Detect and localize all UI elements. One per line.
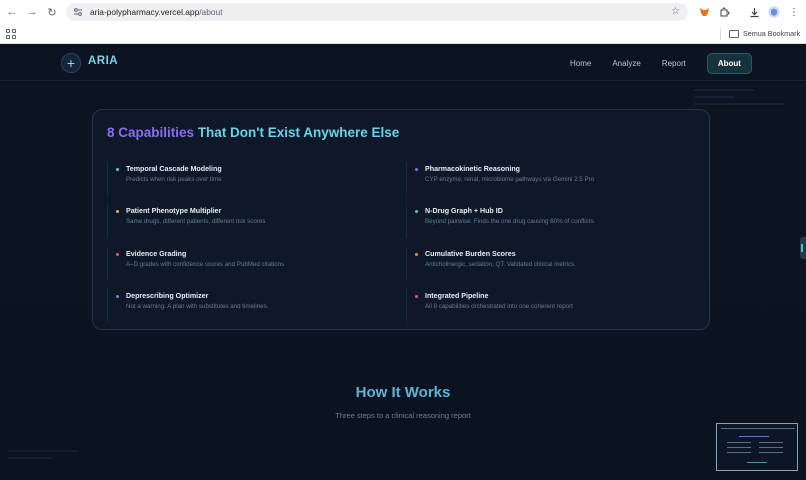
nav-analyze[interactable]: Analyze (612, 59, 640, 68)
metamask-extension-icon[interactable] (697, 5, 711, 19)
background-decoration (694, 89, 784, 105)
bullet-dot-icon (415, 168, 418, 171)
all-bookmarks-label: Semua Bookmark (743, 29, 801, 38)
download-icon[interactable] (747, 5, 761, 19)
capability-title: Temporal Cascade Modeling (126, 165, 222, 173)
folder-icon (729, 29, 739, 38)
how-it-works-heading: How It Works (355, 384, 451, 401)
capability-title: N-Drug Graph + Hub ID (425, 207, 503, 215)
capability-title: Pharmacokinetic Reasoning (425, 165, 521, 173)
site-settings-icon[interactable] (72, 6, 84, 18)
url-text: aria-polypharmacy.vercel.app/about (90, 7, 223, 17)
capability-item: Deprescribing Optimizer Not a warning. A… (107, 289, 387, 323)
capability-title: Patient Phenotype Multiplier (126, 207, 222, 215)
capabilities-card: 8 Capabilities That Don't Exist Anywhere… (92, 109, 710, 330)
capability-title: Evidence Grading (126, 250, 187, 258)
bookmarks-divider (720, 28, 721, 40)
bookmark-star-icon[interactable]: ☆ (671, 6, 680, 17)
bullet-dot-icon (415, 253, 418, 256)
bookmarks-bar: Semua Bookmark (0, 24, 806, 44)
capability-item: Evidence Grading A–D grades with confide… (107, 247, 387, 281)
bullet-dot-icon (116, 168, 119, 171)
bullet-dot-icon (116, 210, 119, 213)
site-header: + ARIA Home Analyze Report About (0, 45, 806, 81)
capabilities-heading: 8 Capabilities That Don't Exist Anywhere… (107, 125, 400, 140)
capability-description: All 8 capabilities orchestrated into one… (425, 303, 573, 310)
nav-report[interactable]: Report (662, 59, 686, 68)
logo-plus-icon[interactable]: + (61, 53, 81, 73)
back-arrow-icon[interactable]: ← (5, 5, 19, 19)
bullet-dot-icon (116, 295, 119, 298)
capability-description: Beyond pairwise. Finds the one drug caus… (425, 218, 596, 225)
bullet-dot-icon (415, 295, 418, 298)
site-logo[interactable]: ARIA (88, 55, 118, 67)
capability-title: Integrated Pipeline (425, 292, 489, 300)
page-preview-thumbnail[interactable] (716, 423, 798, 471)
capability-item: Integrated Pipeline All 8 capabilities o… (406, 289, 686, 323)
apps-grid-icon[interactable] (6, 29, 16, 39)
background-decoration-bottom (8, 450, 78, 459)
menu-kebab-icon[interactable]: ⋮ (787, 5, 801, 19)
all-bookmarks-button[interactable]: Semua Bookmark (729, 29, 800, 38)
capability-title: Deprescribing Optimizer (126, 292, 209, 300)
forward-arrow-icon[interactable]: → (25, 5, 39, 19)
capability-description: Predicts when risk peaks over time (126, 176, 222, 183)
profile-avatar-icon[interactable] (767, 5, 781, 19)
capability-item: Patient Phenotype Multiplier Same drugs,… (107, 204, 387, 238)
capability-description: Not a warning. A plan with substitutes a… (126, 303, 269, 310)
capability-item: Temporal Cascade Modeling Predicts when … (107, 162, 387, 196)
capability-item: Cumulative Burden Scores Anticholinergic… (406, 247, 686, 281)
nav-about[interactable]: About (706, 52, 752, 74)
main-nav: Home Analyze Report About (570, 52, 752, 74)
capability-description: A–D grades with confidence scores and Pu… (126, 261, 285, 268)
how-it-works-subtitle: Three steps to a clinical reasoning repo… (335, 411, 471, 420)
bullet-dot-icon (116, 253, 119, 256)
browser-toolbar: ← → ↻ aria-polypharmacy.vercel.app/about… (0, 0, 806, 24)
page-content: + ARIA Home Analyze Report About 8 Capab… (0, 45, 806, 480)
capability-description: CYP enzyme, renal, microbiome pathways v… (425, 176, 595, 183)
reload-icon[interactable]: ↻ (45, 5, 59, 19)
bullet-dot-icon (415, 210, 418, 213)
capability-title: Cumulative Burden Scores (425, 250, 516, 258)
side-drawer-handle[interactable] (800, 237, 806, 259)
capability-item: Pharmacokinetic Reasoning CYP enzyme, re… (406, 162, 686, 196)
capability-description: Anticholinergic, sedation, QT. Validated… (425, 261, 576, 268)
extensions-puzzle-icon[interactable] (717, 5, 731, 19)
capability-item: N-Drug Graph + Hub ID Beyond pairwise. F… (406, 204, 686, 238)
address-bar[interactable]: aria-polypharmacy.vercel.app/about ☆ (66, 3, 688, 21)
nav-home[interactable]: Home (570, 59, 591, 68)
capability-description: Same drugs, different patients, differen… (126, 218, 266, 225)
